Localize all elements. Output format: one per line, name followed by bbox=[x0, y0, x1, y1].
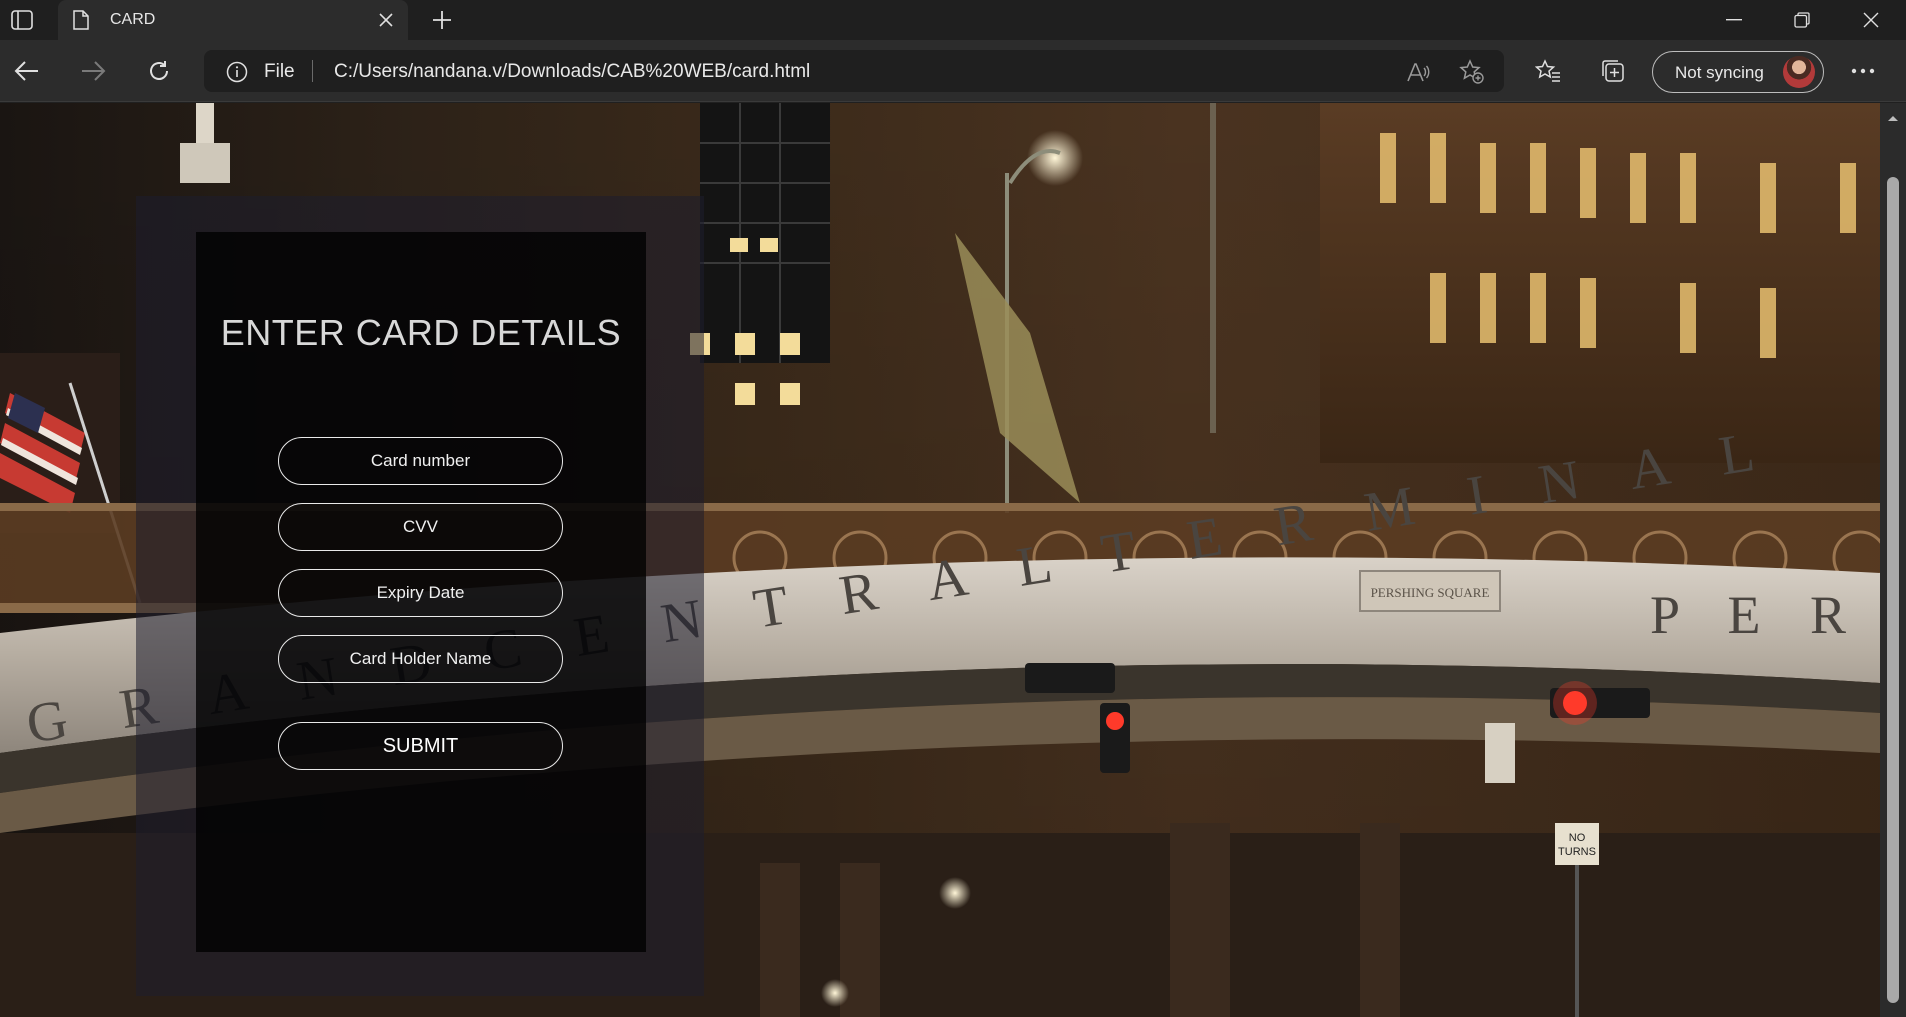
tab-bar: CARD bbox=[0, 0, 1906, 40]
no-turns-sign-line2: TURNS bbox=[1558, 846, 1596, 858]
scrollbar-thumb[interactable] bbox=[1887, 177, 1899, 1003]
url-separator bbox=[312, 60, 313, 82]
profile-button[interactable]: Not syncing bbox=[1652, 51, 1824, 93]
minimize-icon[interactable] bbox=[1706, 0, 1762, 40]
collections-icon[interactable] bbox=[1596, 54, 1630, 88]
no-turns-sign-line1: NO bbox=[1569, 832, 1586, 844]
address-bar[interactable]: File C:/Users/nandana.v/Downloads/CAB%20… bbox=[204, 50, 1504, 92]
forward-icon[interactable] bbox=[76, 54, 110, 88]
url-scheme: File bbox=[264, 61, 295, 82]
read-aloud-icon[interactable] bbox=[1404, 58, 1432, 86]
expiry-date-input[interactable] bbox=[278, 569, 563, 617]
pershing-plaque-text: PERSHING SQUARE bbox=[1371, 585, 1490, 600]
info-icon[interactable] bbox=[226, 61, 248, 88]
card-number-input[interactable] bbox=[278, 437, 563, 485]
pershing-sign-text: P E R S H bbox=[1650, 585, 1880, 645]
add-favorite-icon[interactable] bbox=[1458, 58, 1486, 86]
favorites-icon[interactable] bbox=[1531, 54, 1565, 88]
restore-icon[interactable] bbox=[1774, 0, 1830, 40]
avatar bbox=[1783, 56, 1815, 88]
cvv-input[interactable] bbox=[278, 503, 563, 551]
tab-actions-icon[interactable] bbox=[8, 6, 36, 34]
tab-card[interactable]: CARD bbox=[58, 0, 408, 40]
browser-toolbar: File C:/Users/nandana.v/Downloads/CAB%20… bbox=[0, 40, 1906, 102]
more-options-icon[interactable] bbox=[1846, 54, 1880, 88]
submit-button[interactable]: SUBMIT bbox=[278, 722, 563, 770]
close-tab-icon[interactable] bbox=[376, 10, 396, 30]
card-holder-name-input[interactable] bbox=[278, 635, 563, 683]
refresh-icon[interactable] bbox=[142, 54, 176, 88]
profile-label: Not syncing bbox=[1675, 63, 1764, 82]
scroll-up-icon[interactable] bbox=[1887, 109, 1899, 127]
url-text[interactable]: C:/Users/nandana.v/Downloads/CAB%20WEB/c… bbox=[334, 61, 810, 83]
document-icon bbox=[72, 10, 90, 35]
new-tab-icon[interactable] bbox=[428, 6, 456, 34]
page-scrollbar[interactable] bbox=[1880, 103, 1906, 1017]
form-title: ENTER CARD DETAILS bbox=[220, 312, 622, 353]
tab-title: CARD bbox=[110, 11, 156, 28]
close-window-icon[interactable] bbox=[1843, 0, 1899, 40]
back-icon[interactable] bbox=[10, 54, 44, 88]
